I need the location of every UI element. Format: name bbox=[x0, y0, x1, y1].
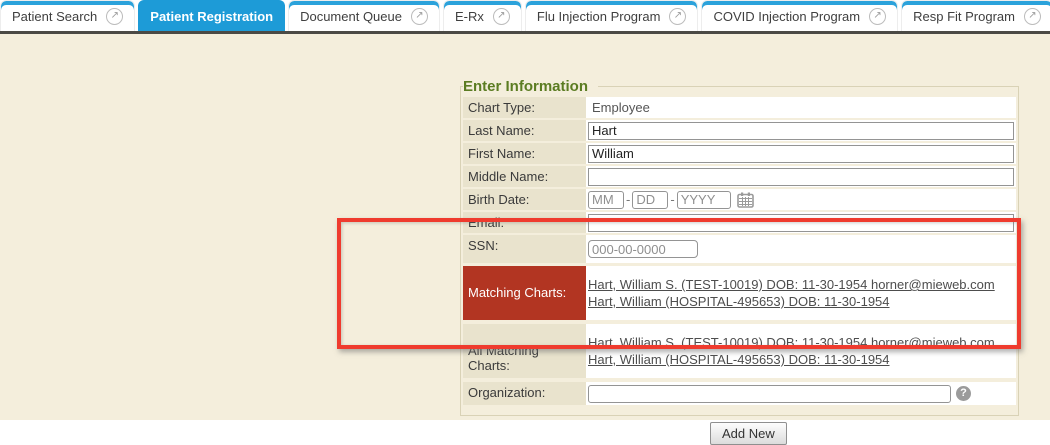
tab-document-queue[interactable]: Document Queue ↗ bbox=[288, 0, 440, 31]
add-new-button[interactable]: Add New bbox=[710, 422, 787, 445]
help-icon[interactable]: ? bbox=[956, 386, 971, 401]
organization-row: Organization: ? bbox=[463, 382, 1016, 405]
chart-type-label: Chart Type: bbox=[463, 97, 586, 118]
birth-day-input[interactable] bbox=[632, 191, 668, 209]
middle-name-row: Middle Name: bbox=[463, 166, 1016, 187]
tab-label: COVID Injection Program bbox=[713, 9, 860, 24]
popout-icon[interactable]: ↗ bbox=[869, 8, 886, 25]
popout-icon[interactable]: ↗ bbox=[411, 8, 428, 25]
middle-name-input[interactable] bbox=[588, 168, 1014, 186]
birth-date-label: Birth Date: bbox=[463, 189, 586, 210]
last-name-input[interactable] bbox=[588, 122, 1014, 140]
calendar-icon[interactable] bbox=[737, 192, 755, 208]
birth-date-row: Birth Date: - - bbox=[463, 189, 1016, 210]
first-name-label: First Name: bbox=[463, 143, 586, 164]
matching-chart-link[interactable]: Hart, William S. (TEST-10019) DOB: 11-30… bbox=[588, 276, 995, 293]
popout-icon[interactable]: ↗ bbox=[493, 8, 510, 25]
tab-label: Flu Injection Program bbox=[537, 9, 661, 24]
tab-label: Patient Registration bbox=[150, 9, 273, 24]
email-row: Email: bbox=[463, 212, 1016, 233]
all-matching-charts-label: All Matching Charts: bbox=[463, 324, 586, 378]
tab-patient-registration[interactable]: Patient Registration bbox=[138, 0, 285, 31]
tab-bar: Patient Search ↗ Patient Registration Do… bbox=[0, 0, 1050, 31]
first-name-row: First Name: bbox=[463, 143, 1016, 164]
organization-input[interactable] bbox=[588, 385, 951, 403]
organization-label: Organization: bbox=[463, 382, 586, 405]
tab-patient-search[interactable]: Patient Search ↗ bbox=[0, 0, 135, 31]
birth-month-input[interactable] bbox=[588, 191, 624, 209]
fieldset-legend: Enter Information bbox=[463, 77, 598, 96]
tab-label: E-Rx bbox=[455, 9, 484, 24]
enter-information-fieldset: Enter Information Chart Type: Employee L… bbox=[460, 86, 1019, 416]
all-matching-charts-row: All Matching Charts: Hart, William S. (T… bbox=[463, 324, 1016, 378]
first-name-input[interactable] bbox=[588, 145, 1014, 163]
tab-e-rx[interactable]: E-Rx ↗ bbox=[443, 0, 522, 31]
chart-type-row: Chart Type: Employee bbox=[463, 97, 1016, 118]
tab-label: Document Queue bbox=[300, 9, 402, 24]
date-separator: - bbox=[626, 192, 630, 207]
tab-label: Patient Search bbox=[12, 9, 97, 24]
chart-type-value: Employee bbox=[588, 100, 650, 115]
last-name-row: Last Name: bbox=[463, 120, 1016, 141]
tab-resp-fit-program[interactable]: Resp Fit Program ↗ bbox=[901, 0, 1050, 31]
tab-label: Resp Fit Program bbox=[913, 9, 1015, 24]
page-content: Enter Information Chart Type: Employee L… bbox=[0, 34, 1050, 420]
popout-icon[interactable]: ↗ bbox=[106, 8, 123, 25]
popout-icon[interactable]: ↗ bbox=[1024, 8, 1041, 25]
matching-charts-row: Matching Charts: Hart, William S. (TEST-… bbox=[463, 266, 1016, 320]
date-separator: - bbox=[670, 192, 674, 207]
tab-flu-injection-program[interactable]: Flu Injection Program ↗ bbox=[525, 0, 699, 31]
ssn-input[interactable] bbox=[588, 240, 698, 258]
all-matching-chart-link[interactable]: Hart, William (HOSPITAL-495653) DOB: 11-… bbox=[588, 351, 890, 368]
matching-charts-label: Matching Charts: bbox=[463, 266, 586, 320]
middle-name-label: Middle Name: bbox=[463, 166, 586, 187]
all-matching-chart-link[interactable]: Hart, William S. (TEST-10019) DOB: 11-30… bbox=[588, 334, 995, 351]
ssn-row: SSN: bbox=[463, 235, 1016, 263]
email-label: Email: bbox=[463, 212, 586, 233]
form-rows: Chart Type: Employee Last Name: First Na… bbox=[463, 97, 1016, 405]
email-input[interactable] bbox=[588, 214, 1014, 232]
birth-year-input[interactable] bbox=[677, 191, 731, 209]
matching-chart-link[interactable]: Hart, William (HOSPITAL-495653) DOB: 11-… bbox=[588, 293, 890, 310]
tab-covid-injection-program[interactable]: COVID Injection Program ↗ bbox=[701, 0, 898, 31]
popout-icon[interactable]: ↗ bbox=[669, 8, 686, 25]
last-name-label: Last Name: bbox=[463, 120, 586, 141]
ssn-label: SSN: bbox=[463, 235, 586, 263]
